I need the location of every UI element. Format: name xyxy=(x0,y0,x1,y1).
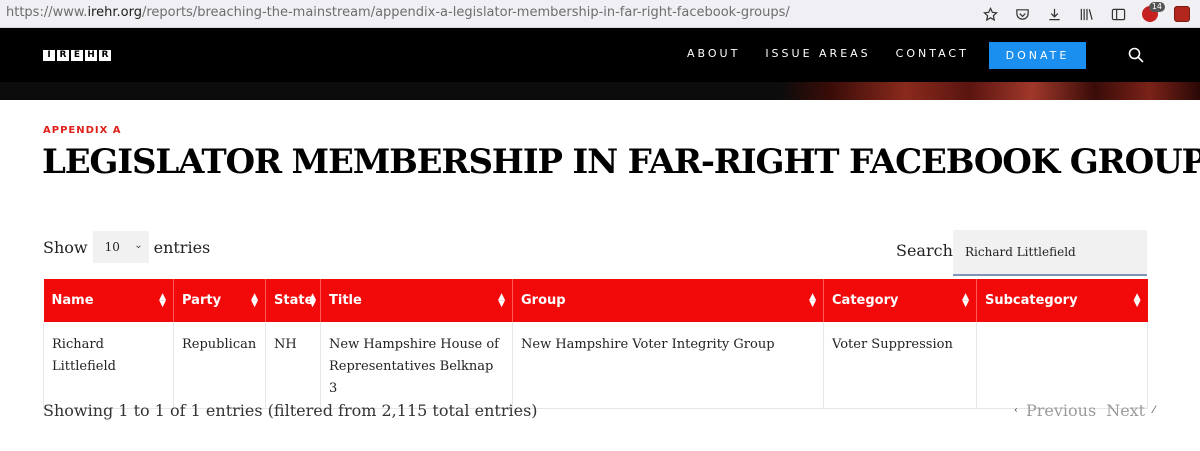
legislator-table: Name ▲ ▼ Party ▲ ▼ State ▲ ▼ Title ▲ ▼ Group ▲ ▼ C… xyxy=(43,279,1148,409)
logo-letter: E xyxy=(71,50,83,61)
cell-title: New Hampshire House of Representatives B… xyxy=(320,322,513,409)
table-header-row: Name ▲ ▼ Party ▲ ▼ State ▲ ▼ Title ▲ ▼ Group ▲ ▼ C… xyxy=(43,279,1148,322)
column-header-state[interactable]: State ▲ ▼ xyxy=(265,279,321,322)
browser-toolbar: https://www.irehr.org/reports/breaching-… xyxy=(0,0,1200,28)
search-label: Search: xyxy=(896,241,959,260)
hero-banner xyxy=(0,82,1200,100)
sort-icon: ▲ ▼ xyxy=(809,292,816,309)
extension-icon[interactable] xyxy=(1174,6,1190,22)
extension-badge-count: 14 xyxy=(1148,2,1165,12)
column-label: State xyxy=(274,293,314,308)
page-length-control: Show 10 ⌄ entries xyxy=(43,231,210,263)
next-glyph: ⁄ xyxy=(1153,405,1155,416)
column-label: Group xyxy=(521,293,566,308)
cell-group: New Hampshire Voter Integrity Group xyxy=(512,322,824,409)
extension-square-icon xyxy=(1174,6,1190,22)
nav-contact[interactable]: CONTACT xyxy=(896,47,969,60)
site-logo[interactable]: I R E H R xyxy=(43,50,111,61)
cell-category: Voter Suppression xyxy=(823,322,977,409)
site-header: I R E H R ABOUT ISSUE AREAS CONTACT DONA… xyxy=(0,28,1200,82)
column-header-subcategory[interactable]: Subcategory ▲ ▼ xyxy=(976,279,1148,322)
column-header-party[interactable]: Party ▲ ▼ xyxy=(173,279,266,322)
next-button[interactable]: Next xyxy=(1106,401,1145,420)
search-input[interactable] xyxy=(953,230,1147,276)
eyebrow-label: APPENDIX A xyxy=(43,125,122,136)
column-label: Party xyxy=(182,293,222,308)
previous-button[interactable]: Previous xyxy=(1026,401,1096,420)
main-nav: ABOUT ISSUE AREAS CONTACT xyxy=(687,47,994,60)
address-bar[interactable]: https://www.irehr.org/reports/breaching-… xyxy=(6,5,790,20)
url-path: /reports/breaching-the-mainstream/append… xyxy=(141,5,790,20)
pocket-icon[interactable] xyxy=(1014,6,1030,22)
page-length-select[interactable]: 10 ⌄ xyxy=(92,231,149,263)
page-title: LEGISLATOR MEMBERSHIP IN FAR-RIGHT FACEB… xyxy=(42,142,1200,182)
nav-issue-areas[interactable]: ISSUE AREAS xyxy=(765,47,870,60)
cell-name: Richard Littlefield xyxy=(43,322,174,409)
column-label: Category xyxy=(832,293,899,308)
column-label: Name xyxy=(51,293,94,308)
column-label: Title xyxy=(329,293,362,308)
sort-icon: ▲ ▼ xyxy=(159,292,166,309)
browser-icons: 14 xyxy=(982,2,1190,25)
sort-icon: ▲ ▼ xyxy=(309,292,316,309)
cell-party: Republican xyxy=(173,322,266,409)
column-header-category[interactable]: Category ▲ ▼ xyxy=(823,279,977,322)
sort-icon: ▲ ▼ xyxy=(251,292,258,309)
pagination: ‹ Previous Next ⁄ xyxy=(1014,401,1155,420)
library-icon[interactable] xyxy=(1078,6,1094,22)
url-prefix: https://www. xyxy=(6,5,88,20)
prev-glyph: ‹ xyxy=(1014,405,1018,416)
cell-subcategory xyxy=(976,322,1148,409)
entries-label: entries xyxy=(153,237,211,257)
column-header-group[interactable]: Group ▲ ▼ xyxy=(512,279,824,322)
logo-letter: R xyxy=(99,50,111,61)
logo-letter: I xyxy=(43,50,55,61)
sort-icon: ▲ ▼ xyxy=(498,292,505,309)
logo-letter: H xyxy=(85,50,97,61)
chevron-down-icon: ⌄ xyxy=(134,240,143,251)
sidebar-icon[interactable] xyxy=(1110,6,1126,22)
extension-icon[interactable]: 14 xyxy=(1142,2,1165,22)
column-header-name[interactable]: Name ▲ ▼ xyxy=(43,279,174,322)
column-label: Subcategory xyxy=(985,293,1078,308)
table-info: Showing 1 to 1 of 1 entries (filtered fr… xyxy=(43,401,538,420)
sort-icon: ▲ ▼ xyxy=(1133,292,1141,309)
table-row: Richard Littlefield Republican NH New Ha… xyxy=(43,322,1148,409)
banner-artwork xyxy=(780,82,1200,100)
nav-about[interactable]: ABOUT xyxy=(687,47,740,60)
column-header-title[interactable]: Title ▲ ▼ xyxy=(320,279,513,322)
logo-letter: R xyxy=(57,50,69,61)
download-icon[interactable] xyxy=(1046,6,1062,22)
sort-icon: ▲ ▼ xyxy=(962,292,969,309)
url-domain: irehr.org xyxy=(87,5,142,20)
show-label: Show xyxy=(43,237,88,257)
search-icon[interactable] xyxy=(1128,47,1146,65)
donate-button[interactable]: DONATE xyxy=(989,42,1086,69)
cell-state: NH xyxy=(265,322,321,409)
star-icon[interactable] xyxy=(982,6,998,22)
page-length-value: 10 xyxy=(104,240,120,254)
